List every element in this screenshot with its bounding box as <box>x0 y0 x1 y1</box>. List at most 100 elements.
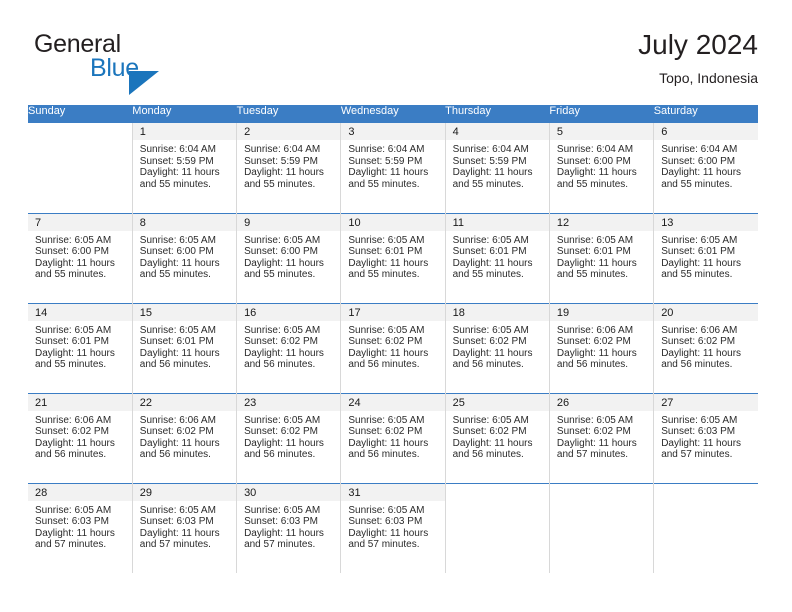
day-number: 12 <box>549 213 654 231</box>
daylight-duration-line2: and 55 minutes. <box>452 178 524 190</box>
day-cell-inner: 2 Sunrise: 6:04 AM Sunset: 5:59 PM Daylight… <box>237 123 341 213</box>
sunrise-time: Sunrise: 6:05 AM <box>244 234 321 246</box>
calendar-day-cell[interactable]: 13 Sunrise: 6:05 AM Sunset: 6:01 PM Dayligh… <box>653 212 758 303</box>
calendar-day-cell[interactable]: 28 Sunrise: 6:05 AM Sunset: 6:03 PM Dayligh… <box>28 482 133 573</box>
day-details: Sunrise: 6:05 AM Sunset: 6:03 PM Daylight:… <box>133 501 236 551</box>
daylight-duration-line2: and 55 minutes. <box>348 178 420 190</box>
sunrise-time: Sunrise: 6:05 AM <box>244 414 321 426</box>
calendar-week-row: 21 Sunrise: 6:06 AM Sunset: 6:02 PM Dayligh… <box>28 392 758 483</box>
weekday-header-thursday: Thursday <box>445 105 550 123</box>
calendar-day-cell[interactable]: 1 Sunrise: 6:04 AM Sunset: 5:59 PM Daylight… <box>132 123 238 213</box>
day-number: 4 <box>445 123 549 140</box>
daylight-duration-line2: and 56 minutes. <box>661 359 733 371</box>
day-cell-inner: 25 Sunrise: 6:05 AM Sunset: 6:02 PM Dayligh… <box>445 393 549 483</box>
sunset-time: Sunset: 6:01 PM <box>556 246 631 258</box>
sunrise-time: Sunrise: 6:04 AM <box>348 144 425 155</box>
daylight-duration-line1: Daylight: 11 hours <box>244 527 324 539</box>
sunset-time: Sunset: 5:59 PM <box>244 155 318 167</box>
calendar-day-cell[interactable]: 15 Sunrise: 6:05 AM Sunset: 6:01 PM Dayligh… <box>132 302 238 393</box>
calendar-day-cell[interactable]: 19 Sunrise: 6:06 AM Sunset: 6:02 PM Dayligh… <box>549 302 655 393</box>
day-cell-inner: 20 Sunrise: 6:06 AM Sunset: 6:02 PM Dayligh… <box>654 303 758 393</box>
calendar-day-cell[interactable]: 31 Sunrise: 6:05 AM Sunset: 6:03 PM Dayligh… <box>340 482 446 574</box>
calendar-day-cell[interactable]: 14 Sunrise: 6:05 AM Sunset: 6:01 PM Dayligh… <box>28 302 133 393</box>
day-number: 8 <box>132 213 237 231</box>
day-details: Sunrise: 6:06 AM Sunset: 6:02 PM Daylight:… <box>550 321 653 371</box>
sunrise-time: Sunrise: 6:05 AM <box>35 504 112 516</box>
daylight-duration-line1: Daylight: 11 hours <box>348 167 429 179</box>
day-cell-inner: 14 Sunrise: 6:05 AM Sunset: 6:01 PM Dayligh… <box>28 303 132 393</box>
daylight-duration-line1: Daylight: 11 hours <box>556 347 637 359</box>
sunset-time: Sunset: 6:03 PM <box>139 516 214 528</box>
calendar-day-cell[interactable]: 30 Sunrise: 6:05 AM Sunset: 6:03 PM Dayligh… <box>236 482 342 573</box>
day-details: Sunrise: 6:05 AM Sunset: 6:02 PM Daylight:… <box>237 321 340 371</box>
calendar-day-cell[interactable]: 11 Sunrise: 6:05 AM Sunset: 6:01 PM Dayligh… <box>445 212 550 303</box>
day-number: 3 <box>341 123 445 140</box>
calendar-day-cell-empty <box>445 482 550 573</box>
calendar-day-cell[interactable]: 29 Sunrise: 6:05 AM Sunset: 6:03 PM Dayligh… <box>132 482 238 573</box>
day-number: 11 <box>445 213 549 231</box>
day-details: Sunrise: 6:05 AM Sunset: 6:00 PM Daylight:… <box>28 231 132 281</box>
brand-logo[interactable]: General Blue <box>28 28 248 95</box>
calendar-day-cell[interactable]: 26 Sunrise: 6:05 AM Sunset: 6:02 PM Dayligh… <box>549 392 655 483</box>
calendar-day-cell[interactable]: 18 Sunrise: 6:05 AM Sunset: 6:02 PM Dayligh… <box>445 302 550 393</box>
day-number: 29 <box>132 483 237 501</box>
day-cell-inner <box>550 484 653 574</box>
calendar-day-cell[interactable]: 25 Sunrise: 6:05 AM Sunset: 6:02 PM Dayligh… <box>445 392 550 483</box>
day-cell-inner: 19 Sunrise: 6:06 AM Sunset: 6:02 PM Dayligh… <box>549 303 654 393</box>
daylight-duration-line1: Daylight: 11 hours <box>348 437 429 449</box>
calendar-day-cell[interactable]: 20 Sunrise: 6:06 AM Sunset: 6:02 PM Dayligh… <box>653 302 758 393</box>
day-cell-inner: 31 Sunrise: 6:05 AM Sunset: 6:03 PM Dayligh… <box>341 483 445 574</box>
calendar-day-cell[interactable]: 10 Sunrise: 6:05 AM Sunset: 6:01 PM Dayligh… <box>340 212 446 303</box>
day-number: 24 <box>341 393 445 411</box>
calendar-day-cell-empty <box>549 482 655 574</box>
day-number: 9 <box>237 213 341 231</box>
calendar-day-cell[interactable]: 2 Sunrise: 6:04 AM Sunset: 5:59 PM Daylight… <box>236 123 342 213</box>
day-number: 27 <box>654 393 758 411</box>
calendar-day-cell[interactable]: 24 Sunrise: 6:05 AM Sunset: 6:02 PM Dayligh… <box>340 392 446 483</box>
day-details: Sunrise: 6:05 AM Sunset: 6:02 PM Daylight:… <box>341 321 444 371</box>
calendar-day-cell[interactable]: 7 Sunrise: 6:05 AM Sunset: 6:00 PM Daylight… <box>28 212 133 303</box>
calendar-day-cell[interactable]: 27 Sunrise: 6:05 AM Sunset: 6:03 PM Dayligh… <box>653 392 758 483</box>
calendar-day-cell[interactable]: 21 Sunrise: 6:06 AM Sunset: 6:02 PM Dayligh… <box>28 392 133 483</box>
day-details: Sunrise: 6:05 AM Sunset: 6:02 PM Daylight:… <box>237 411 340 461</box>
calendar-body: 1 Sunrise: 6:04 AM Sunset: 5:59 PM Daylight… <box>28 123 758 573</box>
calendar-day-cell[interactable]: 3 Sunrise: 6:04 AM Sunset: 5:59 PM Daylight… <box>340 123 446 213</box>
daylight-duration-line2: and 55 minutes. <box>35 359 107 371</box>
sunrise-time: Sunrise: 6:04 AM <box>661 144 738 155</box>
day-number: 18 <box>445 303 549 321</box>
day-cell-inner: 27 Sunrise: 6:05 AM Sunset: 6:03 PM Dayligh… <box>654 393 758 483</box>
daylight-duration-line2: and 57 minutes. <box>348 539 420 551</box>
calendar-day-cell[interactable]: 6 Sunrise: 6:04 AM Sunset: 6:00 PM Daylight… <box>653 123 758 213</box>
day-number: 30 <box>237 483 341 501</box>
weekday-header-sunday: Sunday <box>28 105 133 123</box>
calendar-day-cell[interactable]: 8 Sunrise: 6:05 AM Sunset: 6:00 PM Daylight… <box>132 212 238 303</box>
daylight-duration-line2: and 56 minutes. <box>244 449 316 461</box>
calendar-day-cell[interactable]: 22 Sunrise: 6:06 AM Sunset: 6:02 PM Dayligh… <box>132 392 238 483</box>
calendar-day-cell[interactable]: 4 Sunrise: 6:04 AM Sunset: 5:59 PM Daylight… <box>445 123 550 213</box>
sunset-time: Sunset: 6:00 PM <box>35 246 109 258</box>
day-cell-inner: 15 Sunrise: 6:05 AM Sunset: 6:01 PM Dayligh… <box>132 303 237 393</box>
daylight-duration-line2: and 57 minutes. <box>556 449 629 461</box>
brand-name-blue: Blue <box>90 54 139 82</box>
calendar-day-cell[interactable]: 23 Sunrise: 6:05 AM Sunset: 6:02 PM Dayligh… <box>236 392 342 483</box>
daylight-duration-line2: and 55 minutes. <box>661 269 733 281</box>
sunrise-time: Sunrise: 6:05 AM <box>661 234 738 246</box>
calendar-day-cell[interactable]: 5 Sunrise: 6:04 AM Sunset: 6:00 PM Daylight… <box>549 123 655 213</box>
calendar-day-cell[interactable]: 17 Sunrise: 6:05 AM Sunset: 6:02 PM Dayligh… <box>340 302 446 393</box>
daylight-duration-line2: and 56 minutes. <box>139 449 211 461</box>
daylight-duration-line1: Daylight: 11 hours <box>661 257 742 269</box>
calendar-day-cell[interactable]: 16 Sunrise: 6:05 AM Sunset: 6:02 PM Dayligh… <box>236 302 342 393</box>
sunset-time: Sunset: 6:01 PM <box>35 336 109 348</box>
day-details: Sunrise: 6:05 AM Sunset: 6:00 PM Daylight:… <box>237 231 340 281</box>
sunrise-time: Sunrise: 6:05 AM <box>348 504 425 516</box>
day-number: 22 <box>132 393 237 411</box>
calendar-day-cell[interactable]: 9 Sunrise: 6:05 AM Sunset: 6:00 PM Daylight… <box>236 212 342 303</box>
daylight-duration-line1: Daylight: 11 hours <box>452 347 533 359</box>
daylight-duration-line2: and 55 minutes. <box>556 178 629 190</box>
calendar-day-cell[interactable]: 12 Sunrise: 6:05 AM Sunset: 6:01 PM Dayligh… <box>549 212 655 303</box>
sunrise-time: Sunrise: 6:05 AM <box>556 234 634 246</box>
sunset-time: Sunset: 6:03 PM <box>35 516 109 528</box>
daylight-duration-line2: and 56 minutes. <box>139 359 211 371</box>
day-cell-inner: 8 Sunrise: 6:05 AM Sunset: 6:00 PM Daylight… <box>132 213 237 303</box>
sunset-time: Sunset: 5:59 PM <box>452 155 527 167</box>
